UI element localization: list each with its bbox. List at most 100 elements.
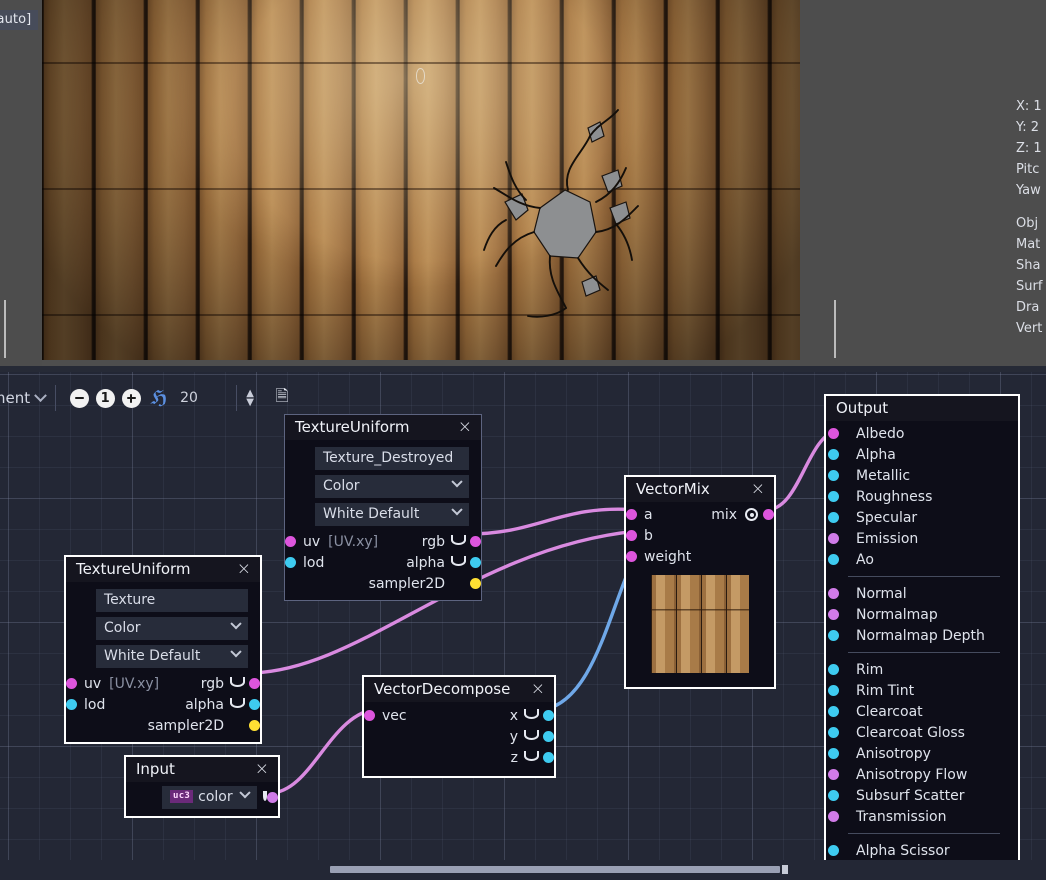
curve-icon[interactable] xyxy=(524,730,539,740)
texture-default-dropdown[interactable]: White Default xyxy=(315,503,469,526)
input-port-uv[interactable] xyxy=(66,678,77,689)
curve-icon[interactable] xyxy=(524,751,539,761)
curve-icon[interactable] xyxy=(451,535,466,545)
input-port-weight[interactable] xyxy=(626,551,637,562)
viewport-light-gizmo[interactable] xyxy=(416,68,425,84)
graph-horizontal-scrollbar[interactable] xyxy=(0,860,1046,880)
close-icon[interactable]: × xyxy=(236,561,252,578)
output-port-emission[interactable]: Emission xyxy=(834,528,1010,549)
curve-icon[interactable] xyxy=(230,677,245,687)
3d-viewport[interactable]: nal [auto] X: 1 Y: 2 Z: 1 Pitc Yaw Obj M… xyxy=(0,0,1046,366)
output-port-clearcoat[interactable]: Clearcoat xyxy=(834,701,1010,722)
port-dot-metallic[interactable] xyxy=(828,470,839,481)
port-dot-emission[interactable] xyxy=(828,533,839,544)
port-dot-ao[interactable] xyxy=(828,554,839,565)
node-vector-decompose[interactable]: VectorDecompose × vec x y xyxy=(362,675,556,778)
output-port-input[interactable] xyxy=(267,792,278,803)
input-port-a[interactable] xyxy=(626,509,637,520)
close-icon[interactable]: × xyxy=(750,481,766,498)
output-port-alpha[interactable] xyxy=(249,699,260,710)
port-dot-alpha-scissor[interactable] xyxy=(828,845,839,856)
port-dot-clearcoat[interactable] xyxy=(828,706,839,717)
port-dot-rim[interactable] xyxy=(828,664,839,675)
output-port-rim-tint[interactable]: Rim Tint xyxy=(834,680,1010,701)
scrollbar-thumb-end[interactable] xyxy=(782,865,788,874)
port-dot-normal[interactable] xyxy=(828,588,839,599)
output-port-mix[interactable] xyxy=(763,509,774,520)
scrollbar-thumb[interactable] xyxy=(330,866,780,873)
input-port-lod[interactable] xyxy=(285,557,296,568)
zoom-out-button[interactable] xyxy=(66,385,92,411)
port-dot-anisotropy[interactable] xyxy=(828,748,839,759)
output-port-normalmap[interactable]: Normalmap xyxy=(834,604,1010,625)
port-dot-alpha[interactable] xyxy=(828,449,839,460)
close-icon[interactable]: × xyxy=(457,419,473,436)
close-icon[interactable]: × xyxy=(254,761,270,778)
node-vector-mix[interactable]: VectorMix × a mix b weight xyxy=(624,475,776,689)
output-port-alpha[interactable] xyxy=(470,557,481,568)
texture-type-dropdown[interactable]: Color xyxy=(96,617,248,640)
node-graph-canvas[interactable]: TextureUniform × Texture_Destroyed Color… xyxy=(0,372,1046,880)
shader-mode-dropdown[interactable]: ragment xyxy=(0,389,45,407)
close-icon[interactable]: × xyxy=(530,681,546,698)
output-port-x[interactable] xyxy=(543,710,554,721)
node-title-bar[interactable]: Input × xyxy=(126,757,278,782)
zoom-in-button[interactable] xyxy=(118,385,144,411)
output-port-metallic[interactable]: Metallic xyxy=(834,465,1010,486)
shader-graph-toolbar[interactable]: ragment 1 ℌ 20 ▲ ▼ 🗎 xyxy=(0,380,1046,416)
output-port-alpha[interactable]: Alpha xyxy=(834,444,1010,465)
curve-icon[interactable] xyxy=(263,791,267,801)
snap-value-input[interactable]: 20 xyxy=(174,390,218,406)
input-port-uv[interactable] xyxy=(285,536,296,547)
curve-icon[interactable] xyxy=(524,709,539,719)
output-port-normalmap-depth[interactable]: Normalmap Depth xyxy=(834,625,1010,646)
snap-stepper[interactable]: ▲ ▼ xyxy=(241,386,259,410)
node-title-bar[interactable]: VectorDecompose × xyxy=(364,677,554,702)
node-title-bar[interactable]: VectorMix × xyxy=(626,477,774,502)
node-title-bar[interactable]: TextureUniform × xyxy=(285,415,481,440)
port-dot-normalmap[interactable] xyxy=(828,609,839,620)
zoom-reset-button[interactable]: 1 xyxy=(92,385,118,411)
eye-icon[interactable] xyxy=(745,508,758,521)
shader-code-button[interactable]: 🗎 xyxy=(269,385,295,411)
node-input[interactable]: Input × uc3 color xyxy=(124,755,280,818)
output-port-clearcoat-gloss[interactable]: Clearcoat Gloss xyxy=(834,722,1010,743)
output-port-transmission[interactable]: Transmission xyxy=(834,806,1010,827)
output-port-albedo[interactable]: Albedo xyxy=(834,423,1010,444)
texture-type-dropdown[interactable]: Color xyxy=(315,475,469,498)
input-type-dropdown[interactable]: uc3 color xyxy=(162,786,257,809)
port-dot-normalmap-depth[interactable] xyxy=(828,630,839,641)
port-dot-rim-tint[interactable] xyxy=(828,685,839,696)
output-port-subsurf-scatter[interactable]: Subsurf Scatter xyxy=(834,785,1010,806)
port-dot-subsurf-scatter[interactable] xyxy=(828,790,839,801)
output-port-rim[interactable]: Rim xyxy=(834,659,1010,680)
output-port-z[interactable] xyxy=(543,752,554,763)
output-port-ao[interactable]: Ao xyxy=(834,549,1010,570)
port-dot-clearcoat-gloss[interactable] xyxy=(828,727,839,738)
output-port-y[interactable] xyxy=(543,731,554,742)
port-dot-specular[interactable] xyxy=(828,512,839,523)
input-port-vec[interactable] xyxy=(364,710,375,721)
texture-default-dropdown[interactable]: White Default xyxy=(96,645,248,668)
curve-icon[interactable] xyxy=(451,556,466,566)
output-port-sampler2d[interactable] xyxy=(249,720,260,731)
output-port-roughness[interactable]: Roughness xyxy=(834,486,1010,507)
output-port-normal[interactable]: Normal xyxy=(834,583,1010,604)
port-dot-transmission[interactable] xyxy=(828,811,839,822)
node-texture-uniform-destroyed[interactable]: TextureUniform × Texture_Destroyed Color… xyxy=(284,414,482,601)
node-title-bar[interactable]: TextureUniform × xyxy=(66,557,260,582)
port-dot-roughness[interactable] xyxy=(828,491,839,502)
output-port-anisotropy-flow[interactable]: Anisotropy Flow xyxy=(834,764,1010,785)
output-port-rgb[interactable] xyxy=(470,536,481,547)
input-port-lod[interactable] xyxy=(66,699,77,710)
output-port-rgb[interactable] xyxy=(249,678,260,689)
node-texture-uniform[interactable]: TextureUniform × Texture Color White Def… xyxy=(64,555,262,744)
curve-icon[interactable] xyxy=(230,698,245,708)
port-dot-albedo[interactable] xyxy=(828,428,839,439)
output-port-anisotropy[interactable]: Anisotropy xyxy=(834,743,1010,764)
input-port-b[interactable] xyxy=(626,530,637,541)
port-dot-anisotropy-flow[interactable] xyxy=(828,769,839,780)
node-output[interactable]: Output Albedo Alpha Metallic Roughness xyxy=(824,394,1020,880)
output-port-sampler2d[interactable] xyxy=(470,578,481,589)
snap-toggle-button[interactable]: ℌ xyxy=(144,385,174,411)
